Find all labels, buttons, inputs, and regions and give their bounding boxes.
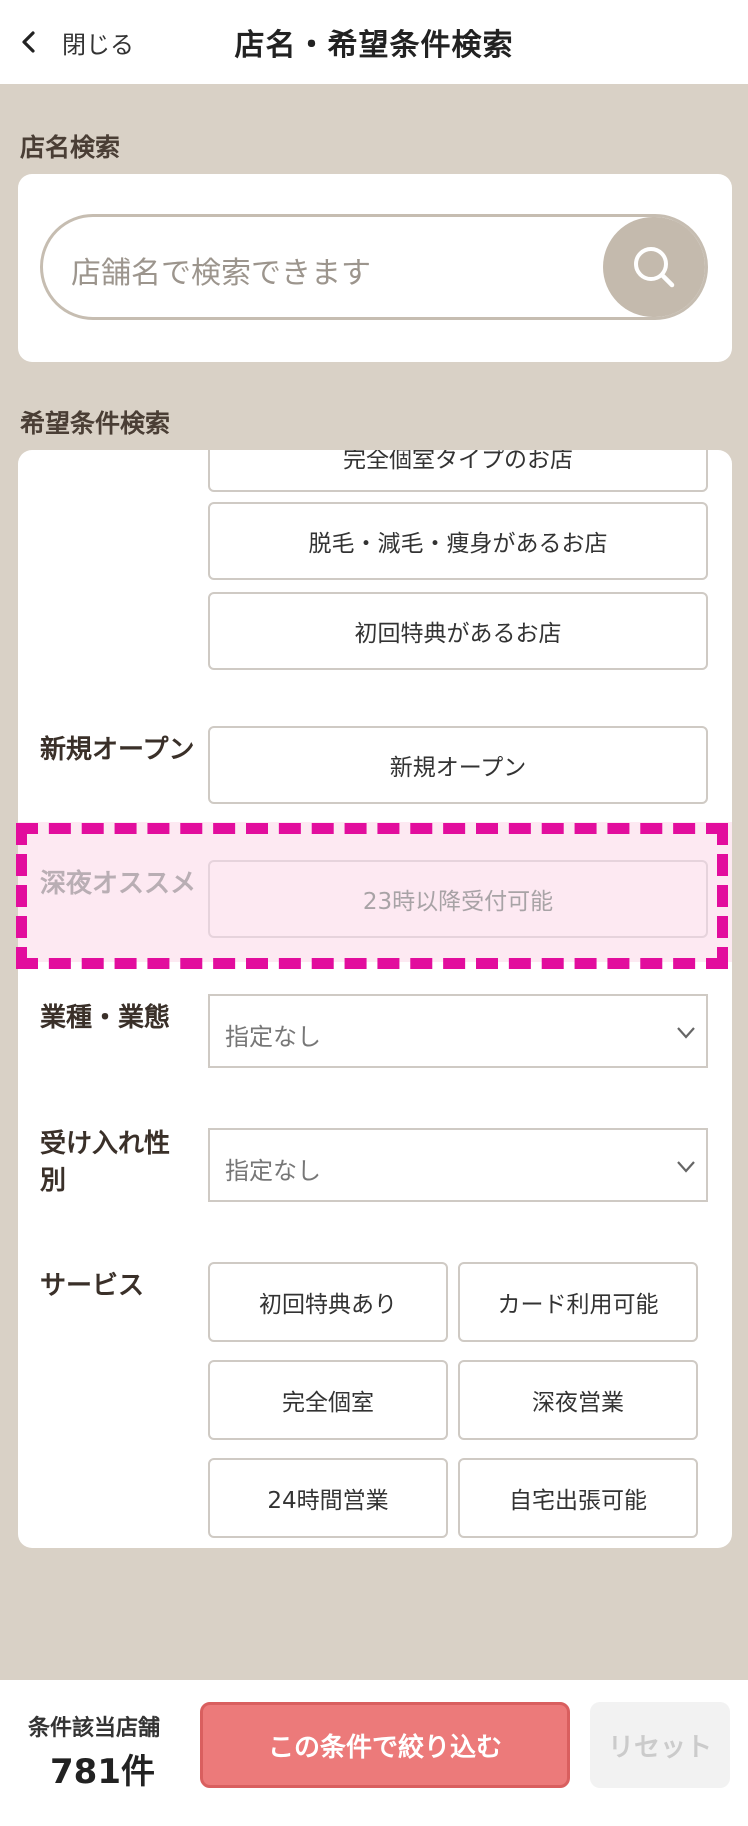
search-icon bbox=[634, 247, 675, 288]
result-count-label: 条件該当店舗 bbox=[28, 1716, 161, 1741]
option-hair-removal-shop[interactable]: 脱毛・減毛・痩身があるお店 bbox=[208, 502, 708, 580]
option-first-time-bonus[interactable]: 初回特典あり bbox=[208, 1262, 448, 1342]
services-label: サービス bbox=[40, 1271, 145, 1301]
highlight-dashed-frame bbox=[16, 823, 728, 969]
business-type-value: 指定なし bbox=[225, 1023, 321, 1051]
search-button[interactable] bbox=[603, 217, 705, 317]
search-input[interactable]: 店舗名で検索できます bbox=[40, 214, 708, 320]
name-search-card: 店舗名で検索できます bbox=[18, 174, 732, 362]
gender-value: 指定なし bbox=[225, 1157, 321, 1185]
reset-button[interactable]: リセット bbox=[590, 1702, 730, 1788]
search-placeholder: 店舗名で検索できます bbox=[71, 256, 371, 291]
gender-select[interactable]: 指定なし bbox=[208, 1128, 708, 1202]
gender-label: 受け入れ性別 bbox=[40, 1129, 171, 1196]
option-private-room[interactable]: 完全個室 bbox=[208, 1360, 448, 1440]
header: 閉じる 店名・希望条件検索 bbox=[0, 0, 748, 84]
chevron-down-icon bbox=[677, 1161, 695, 1173]
new-open-label: 新規オープン bbox=[40, 735, 195, 765]
option-home-visit[interactable]: 自宅出張可能 bbox=[458, 1458, 698, 1538]
apply-filter-button[interactable]: この条件で絞り込む bbox=[200, 1702, 570, 1788]
business-type-label: 業種・業態 bbox=[40, 1003, 171, 1033]
page-title: 店名・希望条件検索 bbox=[234, 28, 514, 63]
chevron-down-icon bbox=[677, 1027, 695, 1039]
name-search-section-label: 店名検索 bbox=[20, 133, 121, 162]
option-card-payment[interactable]: カード利用可能 bbox=[458, 1262, 698, 1342]
option-new-open[interactable]: 新規オープン bbox=[208, 726, 708, 804]
option-private-room-shop[interactable]: 完全個室タイプのお店 bbox=[208, 450, 708, 492]
conditions-section-label: 希望条件検索 bbox=[20, 409, 171, 438]
business-type-select[interactable]: 指定なし bbox=[208, 994, 708, 1068]
option-24-hour[interactable]: 24時間営業 bbox=[208, 1458, 448, 1538]
conditions-card: 完全個室タイプのお店 脱毛・減毛・痩身があるお店 初回特典があるお店 新規オープ… bbox=[18, 450, 732, 1548]
result-count-value: 781件 bbox=[50, 1752, 155, 1792]
footer-bar: 条件該当店舗 781件 この条件で絞り込む リセット bbox=[0, 1680, 748, 1826]
option-late-night-business[interactable]: 深夜営業 bbox=[458, 1360, 698, 1440]
option-first-time-bonus-shop[interactable]: 初回特典があるお店 bbox=[208, 592, 708, 670]
